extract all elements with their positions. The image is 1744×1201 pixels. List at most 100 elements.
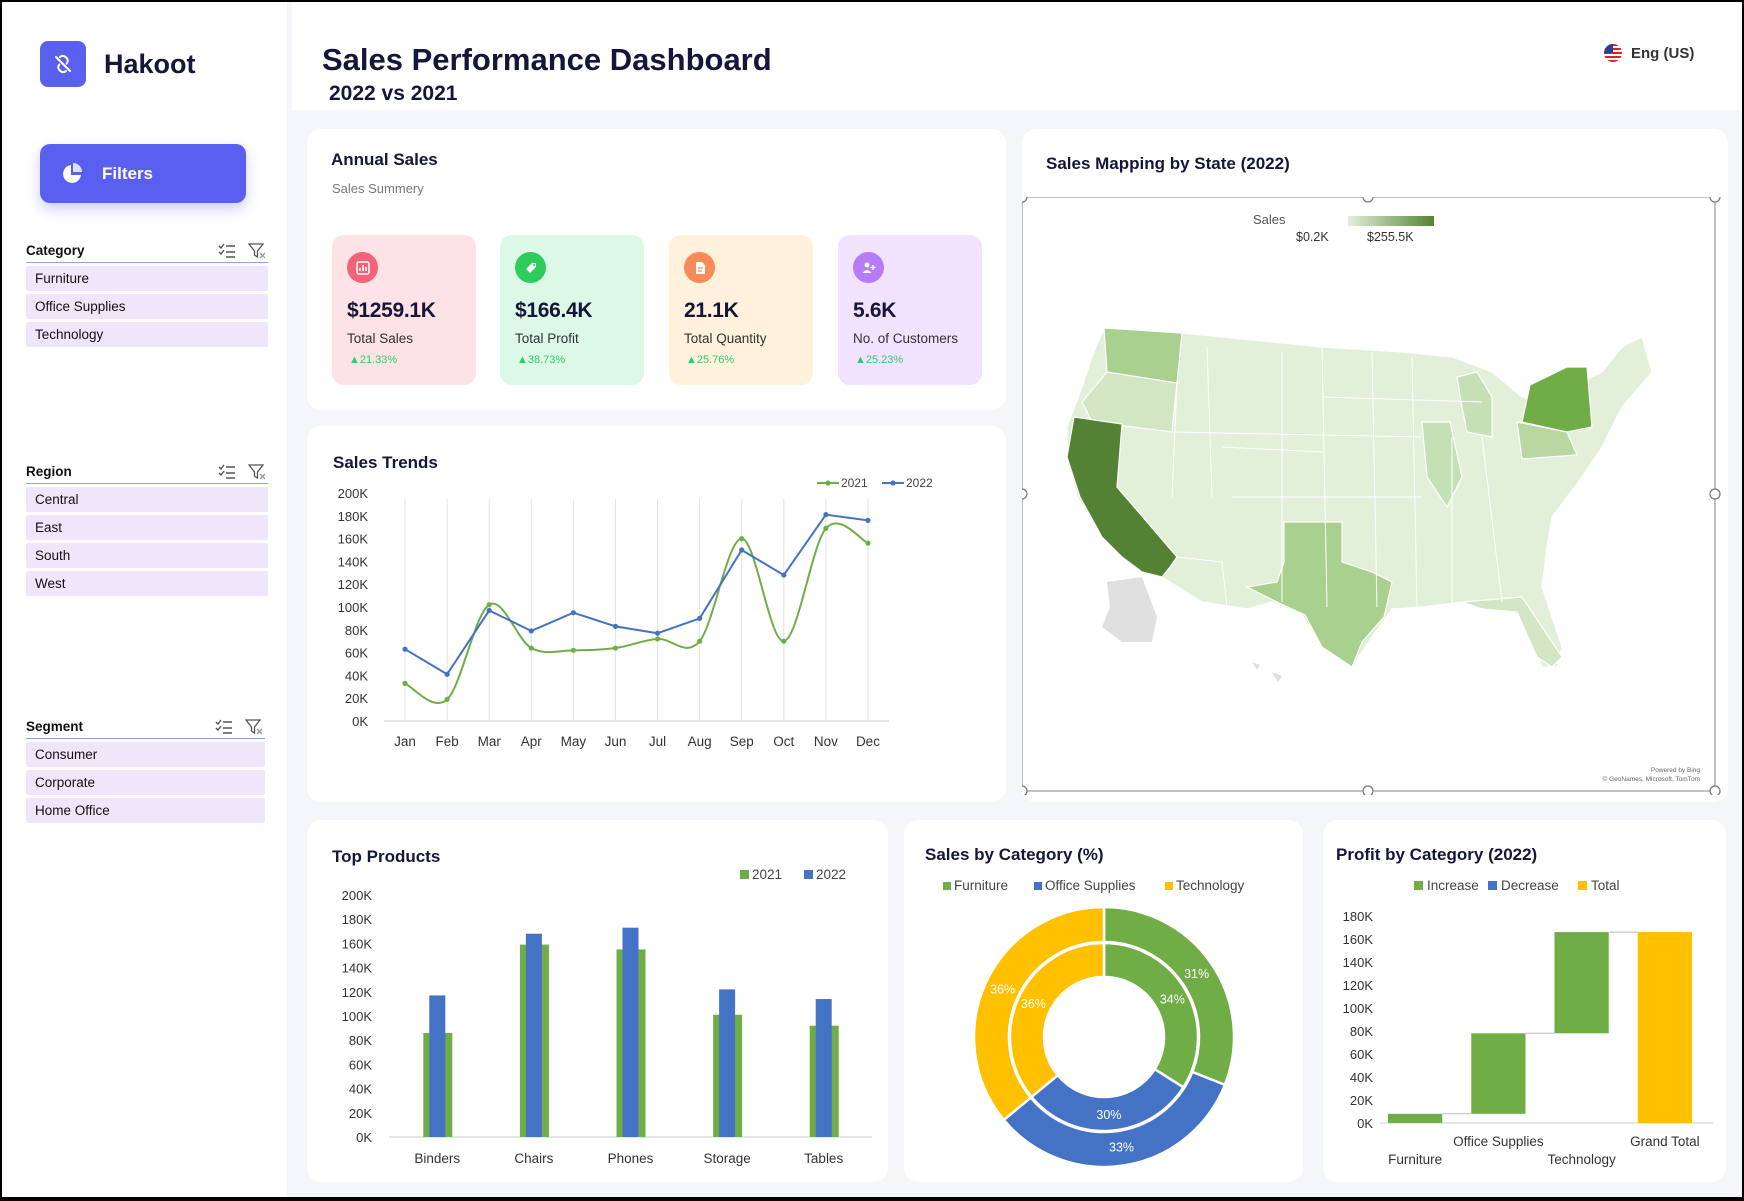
sales-trends-card: Sales Trends 0K 20K 40K 60K 80K 100K 120K 140K 1… (307, 426, 1006, 802)
multi-select-icon[interactable] (215, 719, 233, 735)
clear-filter-icon[interactable] (248, 242, 266, 259)
slicer-item-south[interactable]: South (26, 543, 268, 568)
profit-by-category-card: Profit by Category (2022) 0K 20K 40K 60K 80K… (1323, 820, 1726, 1182)
top-products-card: Top Products 0K 20K 40K 60K 80K 100K 120K 140K 1… (307, 820, 888, 1182)
y-tick-label: 180K (342, 912, 373, 927)
clear-filter-icon[interactable] (248, 463, 266, 480)
brand-name: Hakoot (104, 49, 196, 79)
map-legend-label: Sales (1253, 212, 1286, 227)
legend-label: 2021 (841, 476, 868, 490)
us-flag-icon (1604, 44, 1622, 62)
legend-swatch (804, 870, 813, 879)
slicer-title: Category (26, 243, 85, 258)
legend-label: Total (1591, 878, 1620, 893)
slicer-item-technology[interactable]: Technology (26, 322, 268, 347)
data-point (570, 647, 576, 653)
legend-label: Decrease (1501, 878, 1559, 893)
legend-label: Technology (1176, 878, 1245, 893)
data-label: 30% (1096, 1108, 1121, 1122)
bar-2022 (719, 989, 736, 1137)
clear-filter-icon[interactable] (245, 718, 263, 735)
map-credit-data: © GeoNames, Microsoft, TomTom (1602, 776, 1701, 783)
language-label: Eng (US) (1631, 44, 1695, 62)
filters-label: Filters (102, 163, 154, 183)
data-point (654, 630, 661, 636)
bar-2022 (815, 999, 832, 1137)
pie-icon (63, 162, 82, 183)
waterfall-bar (1388, 1113, 1443, 1123)
kpi-label: No. of Customers (853, 331, 959, 346)
data-point (486, 607, 492, 614)
data-point (528, 628, 534, 634)
language-selector[interactable]: Eng (US) (1604, 44, 1694, 62)
data-point (823, 525, 829, 531)
slicer-category: Category Furniture Office Supplies Techn… (26, 239, 268, 347)
bar-chart-icon (347, 252, 378, 283)
x-tick-label: Grand Total (1630, 1134, 1700, 1149)
kpi-label: Total Quantity (684, 331, 767, 346)
kpi-label: Total Sales (347, 331, 414, 346)
slicer-item-furniture[interactable]: Furniture (26, 266, 268, 291)
data-point (402, 646, 408, 652)
map-state-alaska (1102, 577, 1157, 642)
kpi-card-customers: 5.6K No. of Customers ▲25.23% (838, 235, 982, 385)
x-tick-label: Mar (478, 734, 502, 749)
data-point (865, 540, 871, 546)
x-tick-label: Jan (394, 734, 416, 749)
waterfall-bar (1471, 1033, 1526, 1114)
annual-sales-subtitle: Sales Summery (332, 181, 424, 196)
slicer-item-office-supplies[interactable]: Office Supplies (26, 294, 268, 319)
bar-2022 (525, 933, 542, 1137)
x-tick-label: Jul (649, 734, 666, 749)
waterfall-bar (1637, 932, 1692, 1123)
data-point (444, 671, 450, 677)
y-tick-label: 60K (345, 646, 368, 661)
data-label: 31% (1184, 967, 1209, 981)
legend-marker (825, 480, 831, 486)
data-label: 36% (990, 982, 1015, 996)
slicer-item-consumer[interactable]: Consumer (26, 742, 265, 767)
kpi-value: $166.4K (515, 299, 593, 322)
y-tick-label: 80K (1350, 1024, 1373, 1039)
data-point (612, 623, 619, 629)
kpi-value: 21.1K (684, 299, 739, 322)
slicer-segment: Segment Consumer Corporate Home Office (26, 715, 265, 823)
y-tick-label: 80K (349, 1033, 372, 1048)
y-tick-label: 0K (356, 1130, 372, 1145)
y-tick-label: 0K (1357, 1116, 1373, 1131)
x-tick-label: Feb (435, 734, 458, 749)
y-tick-label: 120K (1343, 978, 1374, 993)
legend-swatch (740, 870, 749, 879)
y-tick-label: 20K (345, 691, 368, 706)
us-sales-map[interactable]: Sales $0.2K $255.5K Powered by Bing © Ge… (1016, 191, 1728, 797)
y-tick-label: 160K (342, 936, 373, 951)
legend-label: 2022 (906, 476, 933, 490)
y-tick-label: 180K (1343, 909, 1374, 924)
x-tick-label: Oct (773, 734, 794, 749)
annual-sales-card: Annual Sales Sales Summery $1259.1K Tota… (307, 129, 1006, 410)
slicer-item-west[interactable]: West (26, 571, 268, 596)
y-tick-label: 200K (338, 486, 369, 501)
slicer-item-east[interactable]: East (26, 515, 268, 540)
y-tick-label: 140K (1343, 955, 1374, 970)
series-line-2021 (404, 522, 869, 704)
filters-button[interactable]: Filters (40, 144, 246, 203)
slicer-item-home-office[interactable]: Home Office (26, 798, 265, 823)
y-tick-label: 40K (1350, 1070, 1373, 1085)
data-point (739, 536, 745, 542)
kpi-card-quantity: 21.1K Total Quantity ▲25.76% (669, 235, 813, 385)
series-line-2022 (404, 513, 869, 676)
kpi-card-sales: $1259.1K Total Sales ▲21.33% (332, 235, 476, 385)
legend-swatch (1034, 882, 1042, 890)
slicer-item-central[interactable]: Central (26, 487, 268, 512)
x-tick-label: Storage (703, 1151, 750, 1166)
slicer-item-corporate[interactable]: Corporate (26, 770, 265, 795)
bar-2022 (429, 995, 446, 1137)
multi-select-icon[interactable] (218, 464, 236, 480)
y-tick-label: 20K (1350, 1093, 1373, 1108)
link-slash-icon[interactable] (40, 41, 86, 87)
x-tick-label: Jun (605, 734, 627, 749)
data-point (823, 512, 829, 518)
map-legend-max: $255.5K (1367, 230, 1414, 244)
multi-select-icon[interactable] (218, 243, 236, 259)
